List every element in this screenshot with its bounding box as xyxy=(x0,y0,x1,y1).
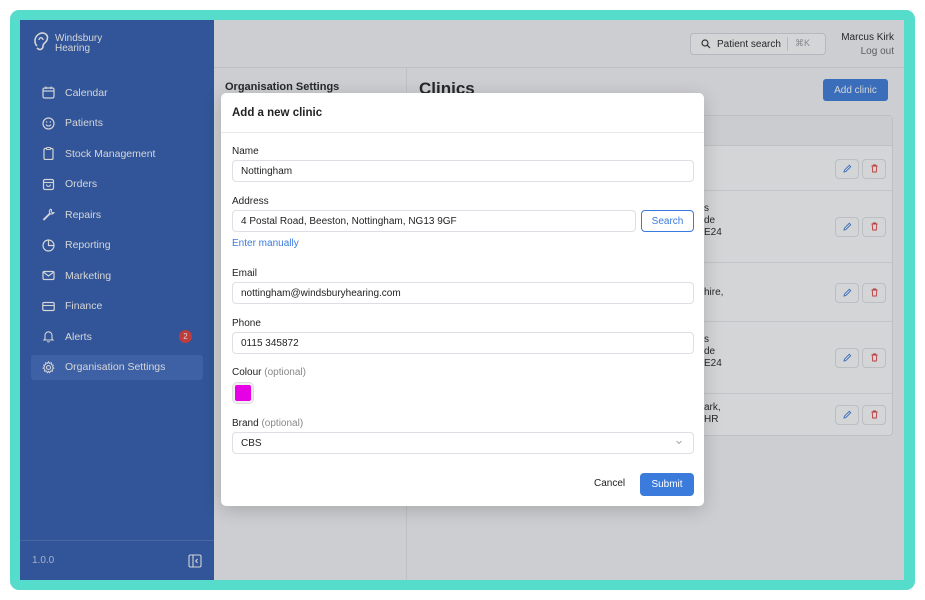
enter-manually-link[interactable]: Enter manually xyxy=(232,238,299,249)
colour-optional-text: (optional) xyxy=(264,367,306,378)
modal-title: Add a new clinic xyxy=(221,93,704,133)
brand-label: Brand (optional) xyxy=(232,418,303,429)
brand-select-value: CBS xyxy=(241,437,262,449)
submit-button[interactable]: Submit xyxy=(640,473,694,496)
colour-swatch[interactable] xyxy=(232,382,254,404)
cancel-button[interactable]: Cancel xyxy=(594,478,625,489)
brand-optional-text: (optional) xyxy=(261,418,304,429)
address-search-button[interactable]: Search xyxy=(641,210,694,232)
address-label: Address xyxy=(232,196,269,207)
app-window: Windsbury Hearing Calendar Patients Stoc… xyxy=(20,20,904,580)
email-label: Email xyxy=(232,268,258,279)
chevron-down-icon xyxy=(674,437,684,450)
phone-field[interactable]: 0115 345872 xyxy=(232,332,694,354)
name-label: Name xyxy=(232,146,259,157)
email-field[interactable]: nottingham@windsburyhearing.com xyxy=(232,282,694,304)
brand-select[interactable]: CBS xyxy=(232,432,694,454)
colour-label: Colour (optional) xyxy=(232,367,306,378)
colour-label-text: Colour xyxy=(232,367,262,378)
phone-label: Phone xyxy=(232,318,261,329)
brand-label-text: Brand xyxy=(232,418,259,429)
address-field[interactable]: 4 Postal Road, Beeston, Nottingham, NG13… xyxy=(232,210,636,232)
name-field[interactable]: Nottingham xyxy=(232,160,694,182)
add-clinic-modal: Add a new clinic Name Nottingham Address… xyxy=(221,93,704,506)
